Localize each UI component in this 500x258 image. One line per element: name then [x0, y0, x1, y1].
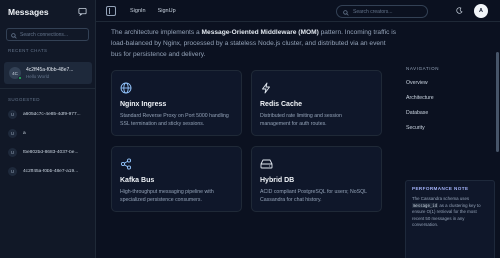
card-description: Distributed rate limiting and session ma…	[260, 113, 342, 127]
chat-name: 4c2ff45a-f0bb-48e7...	[26, 67, 74, 73]
card-nginx: Nginx Ingress Standard Reverse Proxy on …	[111, 70, 242, 136]
nav-item-database[interactable]: Database	[406, 110, 428, 116]
architecture-intro: The architecture implements a Message-Or…	[111, 27, 396, 60]
connection-search-input[interactable]	[20, 31, 86, 38]
suggested-item[interactable]: U fbe802bd-8683-4037-be...	[0, 143, 95, 162]
card-description: Standard Reverse Proxy on Port 5000 hand…	[120, 113, 229, 127]
note-text: The Cassandra schema uses	[412, 196, 470, 201]
globe-icon	[120, 81, 233, 94]
top-bar: SignIn SignUp A	[96, 0, 500, 22]
card-title: Nginx Ingress	[120, 101, 167, 108]
intro-highlight: Message-Oriented Middleware (MOM)	[201, 29, 319, 36]
scrollbar-thumb[interactable]	[496, 52, 499, 152]
divider	[0, 88, 95, 89]
navigation-label: NAVIGATION	[406, 66, 440, 71]
avatar-initials: 4C	[12, 70, 18, 76]
suggested-name: a605dc7c-4e85-4df9-977...	[23, 112, 81, 117]
avatar: U	[8, 167, 17, 176]
suggested-item[interactable]: U a	[0, 124, 95, 143]
suggested-name: 4c2ff45a-f0bb-48e7-a19...	[23, 169, 79, 174]
creator-search[interactable]	[336, 5, 428, 18]
avatar: U	[8, 148, 17, 157]
chat-item-active[interactable]: 4C 4c2ff45a-f0bb-48e7... Hello World	[4, 62, 92, 84]
connection-search[interactable]	[6, 28, 89, 41]
creator-search-input[interactable]	[353, 8, 421, 15]
card-title: Hybrid DB	[260, 177, 295, 184]
card-description: ACID compliant PostgreSQL for users; NoS…	[260, 189, 367, 203]
card-title: Redis Cache	[260, 101, 303, 108]
suggested-name: a	[23, 131, 26, 136]
card-hybrid-db: Hybrid DB ACID compliant PostgreSQL for …	[251, 146, 382, 212]
suggested-item[interactable]: U 4c2ff45a-f0bb-48e7-a19...	[0, 162, 95, 181]
signin-link[interactable]: SignIn	[130, 8, 146, 14]
share-icon	[120, 157, 233, 170]
card-title: Kafka Bus	[120, 177, 155, 184]
sidebar: Messages RECENT CHATS 4C 4c2ff45a-f0bb-4…	[0, 0, 96, 258]
sidebar-title: Messages	[8, 7, 49, 17]
nav-item-architecture[interactable]: Architecture	[406, 95, 434, 101]
lightning-icon	[260, 81, 373, 94]
signup-link[interactable]: SignUp	[158, 8, 176, 14]
note-code: message_id	[412, 202, 439, 208]
online-indicator	[18, 76, 22, 80]
avatar: 4C	[9, 67, 22, 80]
sidebar-toggle-icon[interactable]	[106, 5, 116, 16]
avatar: U	[8, 129, 17, 138]
performance-note: PERFORMANCE NOTE The Cassandra schema us…	[405, 180, 495, 258]
nav-item-overview[interactable]: Overview	[406, 80, 428, 86]
avatar: U	[8, 110, 17, 119]
sidebar-header: Messages	[0, 0, 95, 24]
card-kafka: Kafka Bus High-throughput messaging pipe…	[111, 146, 242, 212]
suggested-item[interactable]: U a605dc7c-4e85-4df9-977...	[0, 105, 95, 124]
user-avatar[interactable]: A	[474, 4, 488, 18]
suggested-name: fbe802bd-8683-4037-be...	[23, 150, 79, 155]
card-redis: Redis Cache Distributed rate limiting an…	[251, 70, 382, 136]
suggested-list: U a605dc7c-4e85-4df9-977... U a U fbe802…	[0, 105, 95, 181]
nav-item-security[interactable]: Security	[406, 125, 425, 131]
search-icon	[343, 3, 349, 21]
main-content: The architecture implements a Message-Or…	[96, 22, 400, 258]
intro-text: The architecture implements a	[111, 29, 202, 36]
recent-chats-label: RECENT CHATS	[8, 48, 48, 53]
page-navigation: NAVIGATION Overview Architecture Databas…	[400, 22, 500, 258]
search-icon	[11, 26, 17, 44]
compose-icon[interactable]	[78, 3, 87, 21]
performance-note-title: PERFORMANCE NOTE	[412, 186, 469, 191]
performance-note-text: The Cassandra schema uses message_id as …	[412, 196, 488, 229]
chat-preview: Hello World	[26, 74, 50, 79]
card-description: High-throughput messaging pipeline with …	[120, 189, 214, 203]
database-icon	[260, 157, 373, 170]
suggested-label: SUGGESTED	[8, 97, 40, 102]
theme-toggle-icon[interactable]	[456, 7, 463, 16]
